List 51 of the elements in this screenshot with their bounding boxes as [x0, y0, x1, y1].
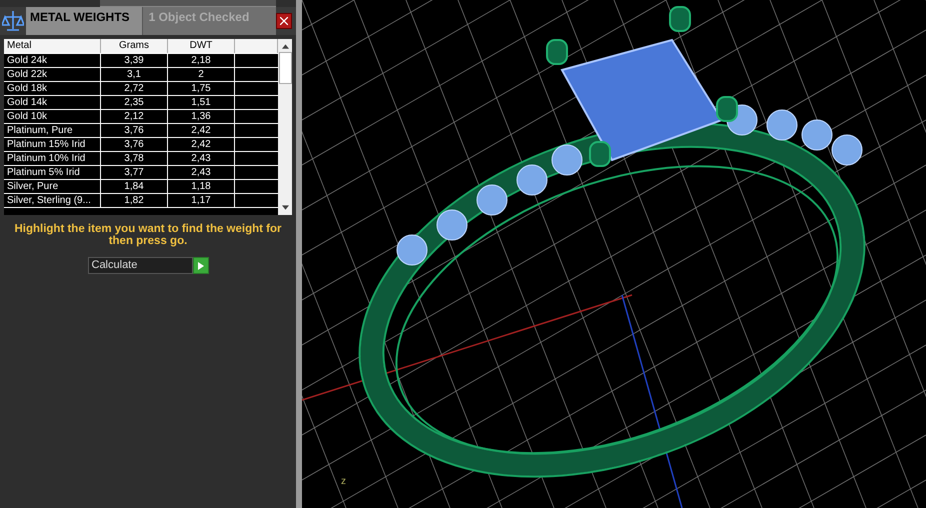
table-cell: 3,39 — [101, 54, 168, 67]
table-cell: Platinum 10% Irid — [4, 152, 101, 165]
column-header[interactable]: Metal — [4, 39, 101, 53]
table-cell: 2,18 — [168, 54, 235, 67]
close-icon — [280, 17, 288, 25]
table-cell: Silver, Sterling (9... — [4, 194, 101, 207]
table-cell: 2,43 — [168, 152, 235, 165]
go-button[interactable] — [192, 257, 208, 274]
play-icon — [198, 262, 204, 270]
table-cell: Platinum, Pure — [4, 124, 101, 137]
table-cell: 3,76 — [101, 124, 168, 137]
table-cell: 3,76 — [101, 138, 168, 151]
table-cell: 2,42 — [168, 138, 235, 151]
calculate-dropdown[interactable]: Calculate — [88, 257, 192, 274]
table-cell: 1,51 — [168, 96, 235, 109]
panel-tab[interactable]: METAL WEIGHTS — [26, 7, 143, 35]
slider-track[interactable] — [100, 0, 276, 7]
table-cell: Gold 18k — [4, 82, 101, 95]
close-button[interactable] — [276, 13, 292, 29]
scale-icon — [2, 9, 24, 33]
table-cell: 2 — [168, 68, 235, 81]
table-cell: 3,78 — [101, 152, 168, 165]
table-cell: 1,75 — [168, 82, 235, 95]
table-cell: 1,36 — [168, 110, 235, 123]
axis-label: z — [341, 476, 346, 487]
status-text: 1 Object Checked — [142, 7, 276, 35]
scroll-up-icon[interactable] — [282, 44, 288, 49]
table-cell: 2,42 — [168, 124, 235, 137]
table-cell: Gold 22k — [4, 68, 101, 81]
table-cell: Platinum 15% Irid — [4, 138, 101, 151]
column-header[interactable]: DWT — [168, 39, 235, 53]
table-cell: 2,43 — [168, 166, 235, 179]
table-cell: 1,84 — [101, 180, 168, 193]
table-cell: Silver, Pure — [4, 180, 101, 193]
scroll-thumb[interactable] — [278, 52, 292, 84]
table-cell: 1,82 — [101, 194, 168, 207]
table-cell: Gold 14k — [4, 96, 101, 109]
table-cell: Platinum 5% Irid — [4, 166, 101, 179]
instruction-text: Highlight the item you want to find the weight for then press go. — [13, 222, 283, 249]
table-cell: 2,72 — [101, 82, 168, 95]
table-cell: Gold 24k — [4, 54, 101, 67]
table-cell: 2,35 — [101, 96, 168, 109]
column-header[interactable]: Grams — [101, 39, 168, 53]
3d-viewport[interactable]: z — [302, 0, 926, 508]
scroll-down-icon[interactable] — [282, 205, 288, 210]
table-cell: 1,17 — [168, 194, 235, 207]
table-cell: 3,1 — [101, 68, 168, 81]
table-cell: Gold 10k — [4, 110, 101, 123]
table-cell: 3,77 — [101, 166, 168, 179]
table-cell: 2,12 — [101, 110, 168, 123]
table-cell: 1,18 — [168, 180, 235, 193]
